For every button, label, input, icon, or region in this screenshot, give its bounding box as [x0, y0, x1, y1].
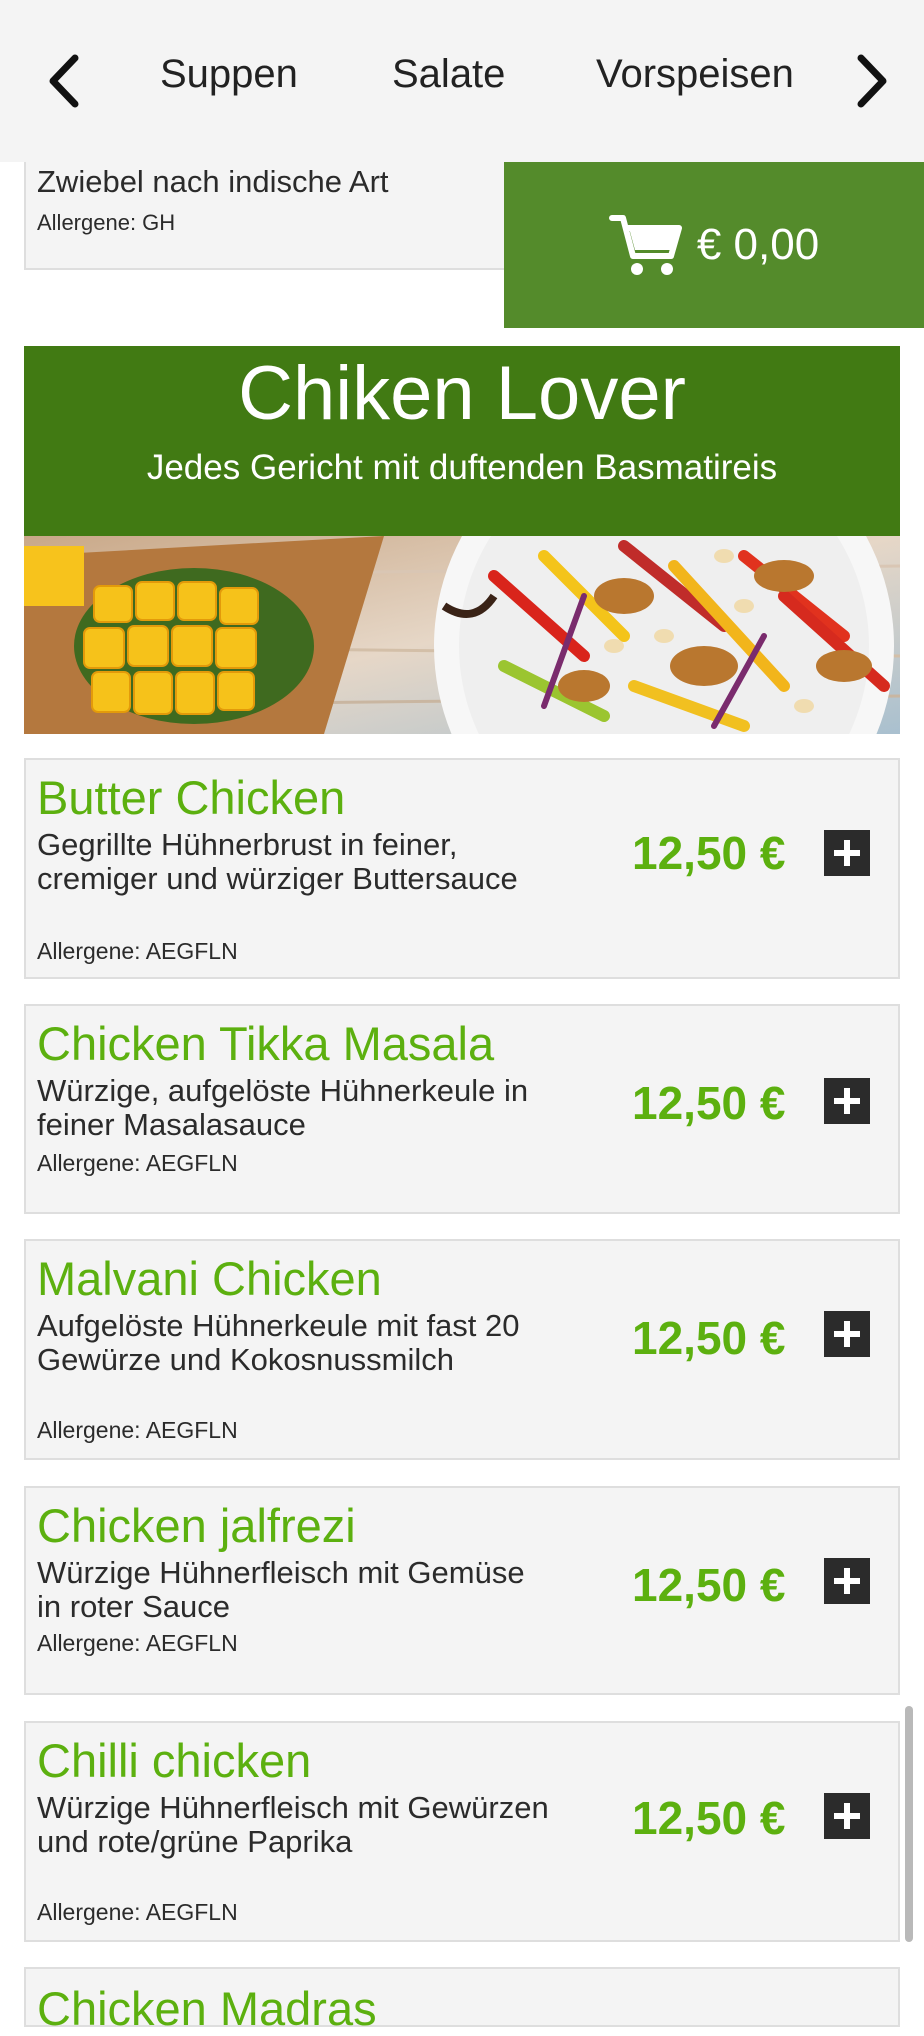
- item-price: 12,50 €: [632, 827, 786, 879]
- previous-item-allergens: Allergene: GH: [37, 210, 176, 235]
- section-banner-image: [24, 536, 900, 734]
- chevron-right-icon: [857, 54, 887, 108]
- item-allergens: Allergene: AEGFLN: [37, 1630, 238, 1656]
- item-price: 12,50 €: [632, 1077, 786, 1129]
- chevron-left-icon: [49, 54, 79, 108]
- item-price: 12,50 €: [632, 1312, 786, 1364]
- item-price: 12,50 €: [632, 1559, 786, 1611]
- item-description: Würzige, aufgelöste Hühnerkeule in feine…: [37, 1073, 529, 1142]
- item-price: 12,50 €: [632, 1792, 786, 1844]
- cart-total: € 0,00: [696, 220, 820, 269]
- menu-item: Chicken Tikka Masala Würzige, aufgelöste…: [24, 1004, 900, 1214]
- item-name: Chicken jalfrezi: [37, 1499, 356, 1552]
- section-subtitle: Jedes Gericht mit duftenden Basmatireis: [146, 447, 778, 487]
- menu-item: Malvani Chicken Aufgelöste Hühnerkeule m…: [24, 1239, 900, 1460]
- nav-prev-button[interactable]: [34, 48, 94, 114]
- menu-item: Chicken Madras: [24, 1967, 900, 2035]
- category-nav: Suppen Salate Vorspeisen: [0, 0, 924, 162]
- food-photo: [24, 536, 900, 734]
- category-tab-suppen[interactable]: Suppen: [160, 52, 298, 97]
- section-title: Chiken Lover: [238, 351, 686, 436]
- add-to-cart-button[interactable]: [824, 1793, 870, 1839]
- item-name: Chilli chicken: [37, 1734, 312, 1787]
- item-allergens: Allergene: AEGFLN: [37, 1417, 238, 1443]
- add-to-cart-button[interactable]: [824, 1311, 870, 1357]
- item-description: Würzige Hühnerfleisch mit Gemüse in rote…: [37, 1555, 525, 1624]
- section-header: Chiken Lover Jedes Gericht mit duftenden…: [24, 346, 900, 536]
- item-allergens: Allergene: AEGFLN: [37, 1899, 238, 1925]
- add-to-cart-button[interactable]: [824, 830, 870, 876]
- item-description: Aufgelöste Hühnerkeule mit fast 20 Gewür…: [37, 1308, 520, 1377]
- scrollbar[interactable]: [905, 1706, 913, 1942]
- nav-next-button[interactable]: [842, 48, 902, 114]
- category-tab-salate[interactable]: Salate: [392, 52, 505, 97]
- cart-button[interactable]: € 0,00: [504, 162, 924, 328]
- item-description: Würzige Hühnerfleisch mit Gewürzen und r…: [37, 1790, 549, 1859]
- previous-item-description: Zwiebel nach indische Art: [37, 164, 389, 199]
- menu-item: Chicken jalfrezi Würzige Hühnerfleisch m…: [24, 1486, 900, 1695]
- item-name: Chicken Tikka Masala: [37, 1017, 495, 1070]
- item-name: Chicken Madras: [37, 1982, 377, 2035]
- category-tab-vorspeisen[interactable]: Vorspeisen: [596, 52, 794, 97]
- shopping-cart-icon: [608, 215, 682, 275]
- item-name: Malvani Chicken: [37, 1252, 382, 1305]
- item-name: Butter Chicken: [37, 771, 346, 824]
- item-allergens: Allergene: AEGFLN: [37, 938, 238, 964]
- add-to-cart-button[interactable]: [824, 1558, 870, 1604]
- item-allergens: Allergene: AEGFLN: [37, 1150, 238, 1176]
- item-description: Gegrillte Hühnerbrust in feiner, cremige…: [37, 827, 518, 896]
- menu-item: Chilli chicken Würzige Hühnerfleisch mit…: [24, 1721, 900, 1942]
- menu-item: Butter Chicken Gegrillte Hühnerbrust in …: [24, 758, 900, 979]
- add-to-cart-button[interactable]: [824, 1078, 870, 1124]
